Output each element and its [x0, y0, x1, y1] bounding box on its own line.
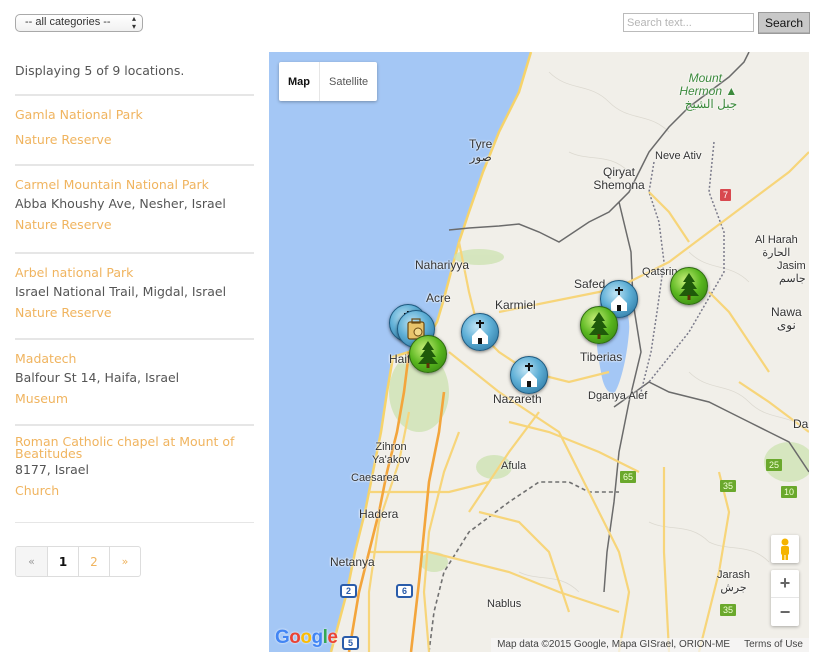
road-shield-25: 25	[766, 459, 783, 471]
location-category-link[interactable]: Nature Reserve	[15, 130, 254, 150]
location-category-link[interactable]: Church	[15, 481, 254, 501]
select-arrows-icon: ▴ ▾	[131, 14, 136, 31]
map-label-al-harah: Al Harah الحارة	[755, 234, 798, 260]
road-shield-5: 5	[342, 636, 360, 650]
map-marker-nature-reserve[interactable]	[670, 267, 708, 305]
mountain-icon: ▲	[725, 84, 738, 98]
map-label-acre: Acre	[426, 291, 451, 305]
label-text-ar: جاسم	[779, 273, 806, 285]
label-text-ar: جبل الشيخ	[684, 97, 738, 111]
map-label-nawa: Nawa نوى	[771, 306, 802, 332]
category-select[interactable]: -- all categories -- ▴ ▾	[15, 14, 143, 32]
pagination-page-1[interactable]: 1	[47, 547, 78, 576]
map-label-nazareth: Nazareth	[493, 392, 542, 406]
road-shield-7: 7	[720, 189, 732, 201]
map-type-satellite-button[interactable]: Satellite	[320, 62, 377, 101]
map-label-jarash: Jarash جرش	[717, 569, 750, 595]
location-name-link[interactable]: Roman Catholic chapel at Mount of Beatit…	[15, 435, 254, 460]
map-data-credit: Map data ©2015 Google, Mapa GISrael, ORI…	[497, 639, 731, 650]
map-label-zihron: Zihron Ya'akov	[372, 441, 410, 466]
pagination-prev[interactable]: «	[16, 547, 47, 576]
pagination-page-2[interactable]: 2	[78, 547, 109, 576]
map-canvas[interactable]: Map Satellite Tyre صور Mount Hermon ▲ جبل …	[269, 52, 809, 652]
street-view-pegman[interactable]	[771, 535, 799, 563]
tree-icon	[418, 341, 438, 368]
location-name-link[interactable]: Carmel Mountain National Park	[15, 176, 254, 194]
map-label-karmiel: Karmiel	[495, 298, 536, 312]
map-marker-nature-reserve[interactable]	[409, 335, 447, 373]
location-category-link[interactable]: Nature Reserve	[15, 215, 254, 235]
map-attribution: Map data ©2015 Google, Mapa GISrael, ORI…	[491, 638, 809, 652]
church-icon	[521, 363, 537, 387]
pegman-icon	[781, 538, 789, 560]
pagination-next[interactable]: »	[109, 547, 140, 576]
tree-icon	[589, 312, 609, 339]
tree-icon	[679, 273, 699, 300]
label-text-ar: الحارة	[762, 247, 791, 259]
search-button[interactable]: Search	[758, 12, 810, 34]
search-input[interactable]	[623, 13, 754, 32]
map-label-neve-ativ: Neve Ativ	[655, 150, 702, 162]
map-label-hadera: Hadera	[359, 507, 399, 521]
location-address: Balfour St 14, Haifa, Israel	[15, 370, 180, 385]
list-item: Arbel national Park Israel National Trai…	[15, 254, 254, 338]
zoom-out-button[interactable]: −	[771, 598, 799, 626]
map-marker-church[interactable]	[510, 356, 548, 394]
road-shield-35: 35	[720, 480, 737, 492]
road-shield-65: 65	[620, 471, 637, 483]
location-address: 8177, Israel	[15, 462, 89, 477]
road-shield-6: 6	[396, 584, 414, 598]
list-item: Roman Catholic chapel at Mount of Beatit…	[15, 426, 254, 522]
map-label-netanya: Netanya	[330, 555, 375, 569]
list-item: Madatech Balfour St 14, Haifa, Israel Mu…	[15, 340, 254, 424]
label-text: Tyre	[469, 137, 493, 151]
category-select-value: -- all categories --	[25, 16, 111, 28]
map-label-jasim: Jasim جاسم	[777, 260, 806, 286]
map-label-caesarea: Caesarea	[351, 472, 399, 484]
location-name-link[interactable]: Madatech	[15, 350, 254, 368]
map-label-da: Da	[793, 417, 809, 431]
location-name-link[interactable]: Gamla National Park	[15, 106, 254, 124]
map-label-afula: Afula	[501, 460, 527, 472]
list-item: Carmel Mountain National Park Abba Khous…	[15, 166, 254, 252]
road-shield-35b: 35	[720, 604, 737, 616]
map-label-nablus: Nablus	[487, 598, 522, 610]
label-text-ar: نوى	[776, 318, 796, 332]
map-type-map-button[interactable]: Map	[279, 62, 320, 101]
map-label-qiryat-shemona: Qiryat Shemona	[593, 165, 645, 192]
map-label-tiberias: Tiberias	[580, 350, 623, 364]
display-count: Displaying 5 of 9 locations.	[15, 63, 185, 78]
road-shield-10: 10	[781, 486, 798, 498]
location-address: Abba Khoushy Ave, Nesher, Israel	[15, 196, 226, 211]
label-text-ar: جرش	[720, 582, 747, 594]
google-logo[interactable]: Google	[275, 627, 338, 649]
location-address: Israel National Trail, Migdal, Israel	[15, 284, 227, 299]
pagination: « 1 2 »	[15, 546, 141, 577]
map-label-nahariyya: Nahariyya	[415, 258, 470, 272]
divider	[15, 522, 254, 523]
location-name-link[interactable]: Arbel national Park	[15, 264, 254, 282]
zoom-in-button[interactable]: +	[771, 570, 799, 598]
map-label-tyre: Tyre صور	[469, 138, 492, 164]
road-shield-2: 2	[340, 584, 358, 598]
map-marker-church[interactable]	[461, 313, 499, 351]
location-category-link[interactable]: Nature Reserve	[15, 303, 254, 323]
terms-of-use-link[interactable]: Terms of Use	[744, 638, 803, 652]
map-marker-nature-reserve[interactable]	[580, 306, 618, 344]
location-category-link[interactable]: Museum	[15, 389, 254, 409]
location-list: Displaying 5 of 9 locations. Gamla Natio…	[15, 62, 254, 523]
label-text: Al Harah	[755, 234, 798, 246]
church-icon	[472, 320, 488, 344]
label-text-ar: صور	[469, 150, 492, 164]
map-type-control: Map Satellite	[279, 62, 378, 101]
label-text: Mount Hermon	[679, 71, 722, 98]
label-text: Jarash	[717, 569, 751, 581]
label-text: Jasim	[777, 260, 806, 272]
label-text: Nawa	[771, 305, 802, 319]
zoom-control: + −	[771, 570, 799, 626]
map-label-dganya-alef: Dganya Alef	[588, 390, 648, 402]
map-label-mount-hermon: Mount Hermon ▲ جبل الشيخ	[674, 72, 737, 111]
list-item: Gamla National Park Nature Reserve	[15, 96, 254, 164]
